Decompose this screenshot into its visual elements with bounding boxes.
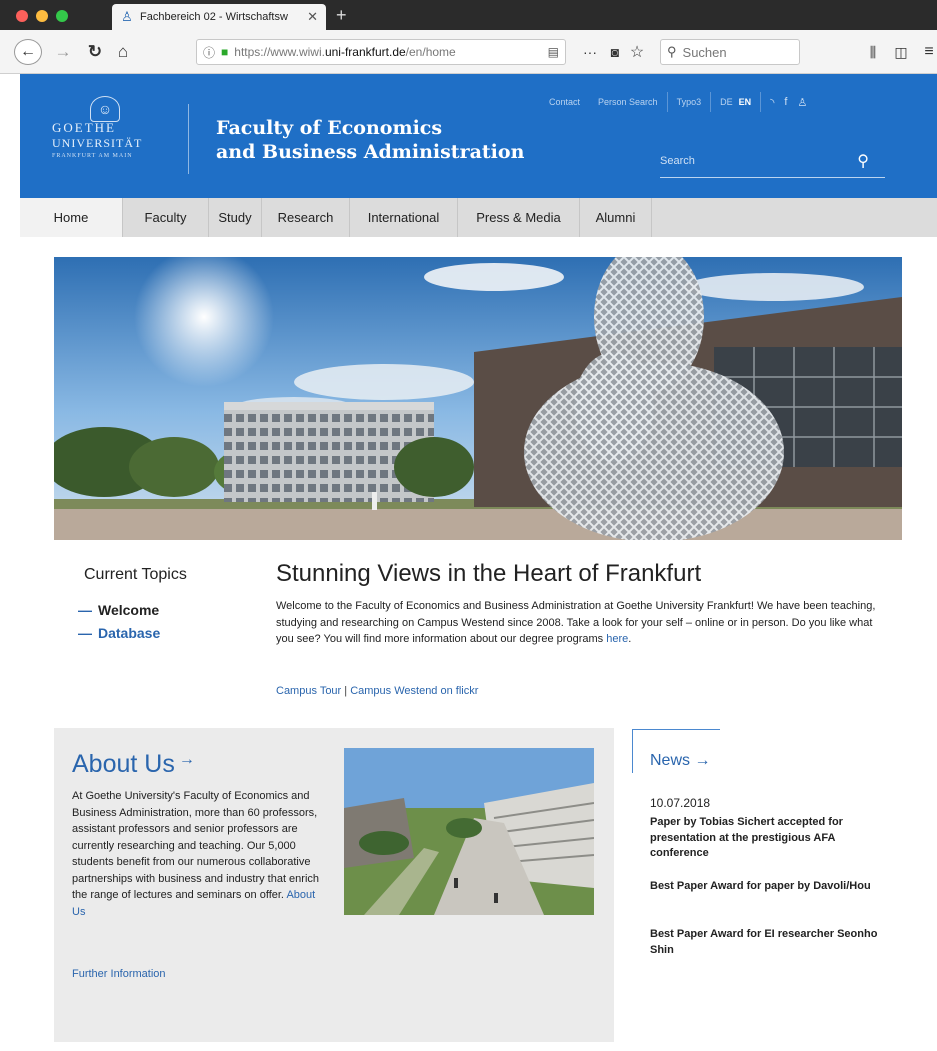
- hamburger-menu-icon[interactable]: ≡: [922, 39, 936, 65]
- search-icon[interactable]: ⚲: [857, 151, 869, 171]
- campus-aerial-illustration: [344, 748, 594, 915]
- site-search-placeholder: Search: [660, 154, 695, 167]
- news-item[interactable]: Best Paper Award for paper by Davoli/Hou: [650, 879, 895, 895]
- nav-item-press-media[interactable]: Press & Media: [458, 198, 580, 237]
- tab-bar: ♙ Fachbereich 02 - Wirtschaftsw ✕ +: [0, 0, 937, 30]
- intro-body: Welcome to the Faculty of Economics and …: [276, 600, 876, 645]
- window-minimize-button[interactable]: [36, 10, 48, 22]
- university-logo[interactable]: ☺ GOETHE UNIVERSITÄT FRANKFURT AM MAIN: [52, 96, 162, 166]
- site-header: ☺ GOETHE UNIVERSITÄT FRANKFURT AM MAIN F…: [20, 74, 937, 198]
- header-divider: [188, 104, 189, 174]
- person-search-link[interactable]: Person Search: [589, 97, 667, 107]
- faculty-title-line2: and Business Administration: [216, 141, 525, 163]
- campus-aerial-image: [344, 748, 594, 915]
- home-icon[interactable]: ⌂: [112, 39, 134, 65]
- logo-city: FRANKFURT AM MAIN: [52, 153, 133, 159]
- faculty-title[interactable]: Faculty of Economics and Business Admini…: [216, 116, 576, 164]
- tab-close-icon[interactable]: ✕: [307, 9, 318, 25]
- language-de-link[interactable]: DE: [711, 97, 739, 107]
- window-close-button[interactable]: [16, 10, 28, 22]
- arrow-right-icon: →: [178, 751, 195, 768]
- about-us-body: At Goethe University's Faculty of Econom…: [72, 790, 320, 901]
- about-us-text: At Goethe University's Faculty of Econom…: [72, 788, 322, 920]
- logo-goethe: GOETHE: [52, 120, 116, 135]
- campus-links: Campus Tour | Campus Westend on flickr: [276, 685, 478, 697]
- facebook-icon[interactable]: f: [778, 96, 793, 108]
- info-icon[interactable]: ⓘ: [203, 44, 215, 61]
- site-search-input[interactable]: Search ⚲: [660, 144, 885, 178]
- pocket-icon[interactable]: ◙: [604, 39, 626, 65]
- utility-links: Contact Person Search Typo3 DE EN ◝ f ♙: [540, 92, 811, 112]
- intro-end: .: [628, 633, 632, 645]
- intro-title: Stunning Views in the Heart of Frankfurt: [276, 560, 702, 587]
- current-topics-heading: Current Topics: [84, 566, 187, 583]
- contact-link[interactable]: Contact: [540, 97, 589, 107]
- faculty-title-line1: Faculty of Economics: [216, 117, 443, 139]
- nav-item-study[interactable]: Study: [209, 198, 262, 237]
- main-navigation: Home Faculty Study Research Internationa…: [20, 198, 937, 237]
- further-information-link[interactable]: Further Information: [72, 968, 166, 980]
- news-title-link[interactable]: News →: [650, 752, 710, 770]
- tab-title: Fachbereich 02 - Wirtschaftsw: [140, 11, 288, 23]
- url-text[interactable]: https://www.wiwi.uni-frankfurt.de/en/hom…: [234, 45, 541, 59]
- hero-campus-image: [54, 257, 902, 540]
- campus-flickr-link[interactable]: Campus Westend on flickr: [350, 685, 478, 697]
- back-arrow-icon[interactable]: ←: [14, 39, 42, 65]
- more-actions-button[interactable]: ···: [578, 39, 602, 65]
- forward-arrow-icon[interactable]: →: [52, 39, 74, 65]
- browser-chrome: ♙ Fachbereich 02 - Wirtschaftsw ✕ + ← → …: [0, 0, 937, 74]
- new-tab-button[interactable]: +: [336, 5, 347, 26]
- sidebar-icon[interactable]: ◫: [890, 39, 912, 65]
- lock-icon[interactable]: ■: [221, 45, 228, 59]
- person-icon[interactable]: ♙: [793, 96, 811, 109]
- link-separator: |: [341, 685, 351, 697]
- hero-illustration: [54, 257, 902, 540]
- bookmark-star-icon[interactable]: ☆: [626, 39, 648, 65]
- about-us-box: About Us → At Goethe University's Faculty…: [54, 728, 614, 1042]
- window-zoom-button[interactable]: [56, 10, 68, 22]
- campus-tour-link[interactable]: Campus Tour: [276, 685, 341, 697]
- goethe-portrait-icon: ☺: [90, 96, 120, 122]
- browser-search-placeholder: Suchen: [682, 44, 727, 60]
- logo-universitaet: UNIVERSITÄT: [52, 136, 143, 150]
- browser-tab[interactable]: ♙ Fachbereich 02 - Wirtschaftsw ✕: [112, 4, 326, 30]
- topic-welcome-link[interactable]: — Welcome: [78, 602, 159, 618]
- browser-search-input[interactable]: ⚲ Suchen: [660, 39, 800, 65]
- topic-database-label: Database: [98, 625, 161, 641]
- nav-item-alumni[interactable]: Alumni: [580, 198, 652, 237]
- about-us-title[interactable]: About Us →: [72, 750, 195, 779]
- topic-database-link[interactable]: — Database: [78, 625, 160, 641]
- topic-dash: —: [78, 625, 92, 641]
- reader-view-icon[interactable]: ▤: [548, 45, 559, 59]
- rss-icon[interactable]: ◝: [761, 96, 778, 109]
- favicon-icon: ♙: [121, 9, 133, 24]
- nav-item-home[interactable]: Home: [20, 198, 123, 237]
- browser-toolbar: ← → ↻ ⌂ ⓘ ■ https://www.wiwi.uni-frankfu…: [0, 30, 937, 74]
- url-bar[interactable]: ⓘ ■ https://www.wiwi.uni-frankfurt.de/en…: [196, 39, 566, 65]
- about-us-title-text: About Us: [72, 750, 175, 778]
- library-icon[interactable]: ⫼: [862, 39, 884, 65]
- topic-dash: —: [78, 602, 92, 618]
- news-item[interactable]: Paper by Tobias Sichert accepted for pre…: [650, 815, 895, 862]
- topic-welcome-label: Welcome: [98, 602, 160, 618]
- degree-programs-link[interactable]: here: [606, 633, 628, 645]
- intro-text: Welcome to the Faculty of Economics and …: [276, 598, 876, 648]
- typo3-link[interactable]: Typo3: [668, 97, 711, 107]
- nav-item-faculty[interactable]: Faculty: [123, 198, 209, 237]
- nav-item-research[interactable]: Research: [262, 198, 350, 237]
- news-date: 10.07.2018: [650, 796, 711, 810]
- reload-icon[interactable]: ↻: [84, 39, 106, 65]
- language-en-link[interactable]: EN: [739, 97, 761, 107]
- news-item[interactable]: Best Paper Award for EI researcher Seonh…: [650, 927, 895, 958]
- search-icon: ⚲: [667, 44, 677, 59]
- nav-item-international[interactable]: International: [350, 198, 458, 237]
